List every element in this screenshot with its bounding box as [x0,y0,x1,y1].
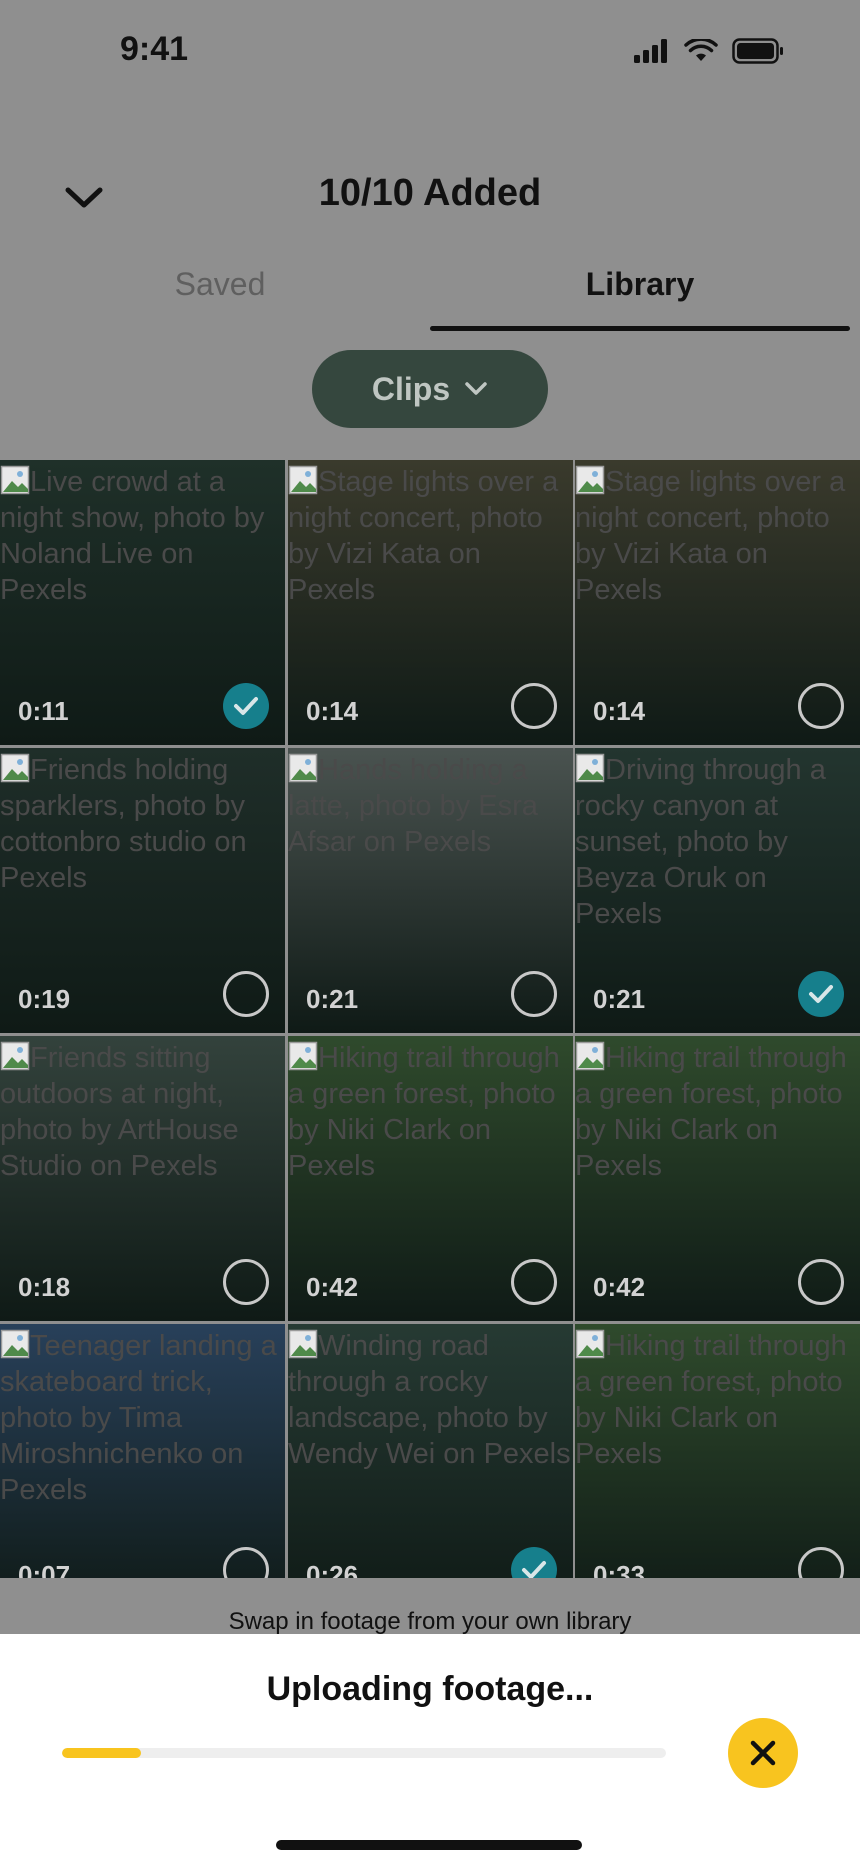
tab-library[interactable]: Library [430,256,850,336]
check-icon [234,697,258,715]
clip-duration: 0:14 [593,696,646,726]
clip-alt-label: Live crowd at a night show, photo by Nol… [0,466,265,606]
clip-thumbnail-alt-text: Teenager landing a skateboard trick, pho… [0,1328,285,1508]
clip-thumbnail-alt-text: Stage lights over a night concert, photo… [288,464,573,608]
battery-icon [732,38,784,69]
clip-thumbnail-alt-text: Hiking trail through a green forest, pho… [575,1328,860,1472]
clip-alt-label: Friends sitting outdoors at night, photo… [0,1042,239,1182]
upload-sheet: Uploading footage... [0,1634,860,1864]
clip-thumbnail-alt-text: Hiking trail through a green forest, pho… [575,1040,860,1184]
check-icon [809,985,833,1003]
clip-alt-label: Hiking trail through a green forest, pho… [288,1042,560,1182]
clip-tile[interactable]: Hiking trail through a green forest, pho… [575,1324,860,1578]
clip-tile[interactable]: Hands holding a latte, photo by Esra Afs… [288,748,573,1033]
clip-select-checkbox[interactable] [798,1259,844,1305]
cancel-upload-button[interactable] [728,1718,798,1788]
clip-duration: 0:14 [306,696,359,726]
signal-icon [634,39,670,68]
tab-saved[interactable]: Saved [10,256,430,336]
clip-thumbnail-alt-text: Friends sitting outdoors at night, photo… [0,1040,285,1184]
clip-grid: Live crowd at a night show, photo by Nol… [0,460,860,1578]
clip-tile[interactable]: Driving through a rocky canyon at sunset… [575,748,860,1033]
clip-duration: 0:26 [306,1560,359,1578]
filter-label: Clips [371,370,451,407]
clip-duration: 0:18 [18,1272,71,1302]
clip-select-checkbox[interactable] [511,1259,557,1305]
clip-tile[interactable]: Stage lights over a night concert, photo… [288,460,573,745]
upload-title: Uploading footage... [266,1670,594,1708]
wifi-icon [684,37,718,68]
clip-duration: 0:42 [593,1272,646,1302]
clip-alt-label: Stage lights over a night concert, photo… [288,466,559,606]
clip-alt-label: Driving through a rocky canyon at sunset… [575,754,826,930]
clip-select-checkbox[interactable] [223,1259,269,1305]
clip-duration: 0:21 [306,984,359,1014]
clip-duration: 0:19 [18,984,71,1014]
clip-duration: 0:33 [593,1560,646,1578]
clip-thumbnail-alt-text: Winding road through a rocky landscape, … [288,1328,573,1472]
clip-duration: 0:21 [593,984,646,1014]
status-icons [634,37,784,69]
clip-thumbnail-alt-text: Live crowd at a night show, photo by Nol… [0,464,285,608]
home-indicator [276,1840,582,1850]
check-icon [522,1561,546,1578]
clip-tile[interactable]: Live crowd at a night show, photo by Nol… [0,460,285,745]
clip-tile[interactable]: Friends holding sparklers, photo by cott… [0,748,285,1033]
active-tab-indicator [430,326,850,331]
clip-tile[interactable]: Hiking trail through a green forest, pho… [575,1036,860,1321]
close-icon [750,1740,776,1766]
clip-alt-label: Winding road through a rocky landscape, … [288,1330,571,1470]
clip-duration: 0:11 [18,696,69,726]
clip-tile[interactable]: Friends sitting outdoors at night, photo… [0,1036,285,1321]
clip-tile[interactable]: Stage lights over a night concert, photo… [575,460,860,745]
clip-thumbnail-alt-text: Hiking trail through a green forest, pho… [288,1040,573,1184]
clips-filter-dropdown[interactable]: Clips [312,350,548,428]
clip-select-checkbox[interactable] [223,971,269,1017]
clip-select-checkbox[interactable] [511,683,557,729]
status-bar: 9:41 [0,0,860,100]
tab-bar: Saved Library [0,256,860,336]
clip-tile[interactable]: Winding road through a rocky landscape, … [288,1324,573,1578]
clip-selected-checkbox[interactable] [798,971,844,1017]
clip-alt-label: Stage lights over a night concert, photo… [575,466,846,606]
page-title: 10/10 Added [318,172,542,214]
clip-thumbnail-alt-text: Stage lights over a night concert, photo… [575,464,860,608]
clip-duration: 0:42 [306,1272,359,1302]
clip-tile[interactable]: Hiking trail through a green forest, pho… [288,1036,573,1321]
clip-select-checkbox[interactable] [798,1547,844,1578]
clip-selected-checkbox[interactable] [223,683,269,729]
clip-tile[interactable]: Teenager landing a skateboard trick, pho… [0,1324,285,1578]
upload-progress-fill [62,1748,141,1758]
clip-alt-label: Hiking trail through a green forest, pho… [575,1042,847,1182]
clip-thumbnail-alt-text: Driving through a rocky canyon at sunset… [575,752,860,932]
clip-select-checkbox[interactable] [798,683,844,729]
clip-alt-label: Teenager landing a skateboard trick, pho… [0,1330,277,1506]
clip-select-checkbox[interactable] [511,971,557,1017]
chevron-down-icon [465,382,487,395]
swap-footage-hint: Swap in footage from your own library [228,1608,632,1635]
clip-alt-label: Friends holding sparklers, photo by cott… [0,754,247,894]
clip-alt-label: Hiking trail through a green forest, pho… [575,1330,847,1470]
clip-selected-checkbox[interactable] [511,1547,557,1578]
status-time: 9:41 [120,30,189,68]
clip-thumbnail-alt-text: Hands holding a latte, photo by Esra Afs… [288,752,573,860]
clip-duration: 0:07 [18,1560,71,1578]
upload-progress-bar [62,1748,666,1758]
clip-select-checkbox[interactable] [223,1547,269,1578]
header: 10/10 Added [0,150,860,246]
clip-alt-label: Hands holding a latte, photo by Esra Afs… [288,754,538,858]
clip-thumbnail-alt-text: Friends holding sparklers, photo by cott… [0,752,285,896]
